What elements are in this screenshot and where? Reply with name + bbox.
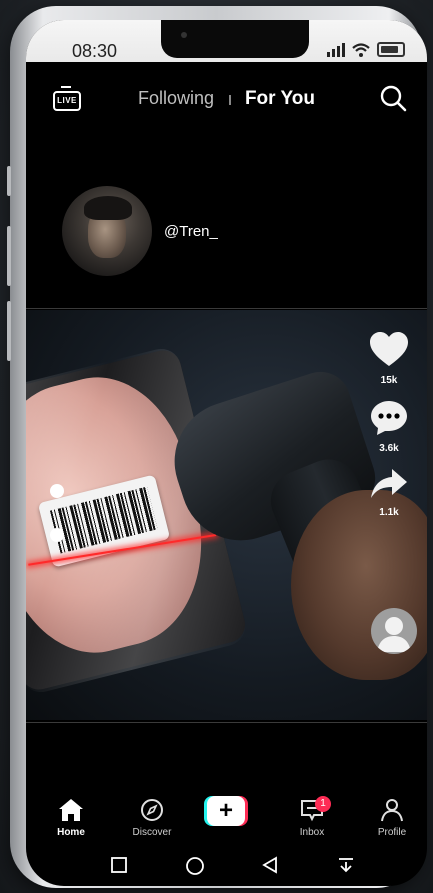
phone-volume-down-button (7, 301, 11, 361)
create-button[interactable]: + (204, 796, 248, 826)
phone-volume-up-button (7, 226, 11, 286)
share-count: 1.1k (379, 507, 399, 518)
battery-icon (377, 42, 405, 57)
recent-apps-icon[interactable] (110, 856, 128, 874)
nav-home[interactable]: Home (36, 798, 106, 838)
share-icon (371, 469, 407, 498)
divider-top (26, 308, 427, 309)
inbox-badge: 1 (315, 796, 331, 812)
nav-discover-label: Discover (132, 827, 172, 838)
like-button[interactable]: 15k (359, 332, 419, 386)
nav-profile-label: Profile (377, 827, 407, 838)
profile-icon (381, 799, 403, 822)
marker-dot-top (50, 484, 64, 498)
keyboard-down-icon[interactable] (337, 856, 355, 874)
bottom-nav: Home Discover + 1 Inbox Profile (26, 790, 427, 842)
home-icon (59, 799, 83, 821)
post-author[interactable]: @Tren_ (62, 186, 218, 276)
comment-icon (371, 401, 407, 435)
avatar[interactable] (62, 186, 152, 276)
nav-inbox[interactable]: 1 Inbox (277, 796, 347, 838)
action-rail: 15k 3.6k 1.1k (359, 332, 419, 532)
phone-action-button (7, 166, 11, 196)
compass-icon (141, 799, 163, 821)
tab-separator (228, 94, 231, 105)
share-button[interactable]: 1.1k (359, 468, 419, 518)
comment-count: 3.6k (379, 443, 399, 454)
phone-screen: 08:30 LIVE Following For You @Tren_ 15k … (26, 20, 427, 886)
home-circle-icon[interactable] (185, 856, 205, 876)
plus-icon: + (207, 796, 245, 826)
feed-tabs: Following For You (26, 88, 427, 110)
divider-bottom (26, 722, 427, 723)
tab-for-you[interactable]: For You (245, 88, 315, 109)
status-time: 08:30 (72, 41, 118, 61)
tab-following[interactable]: Following (138, 88, 214, 108)
front-camera (181, 32, 187, 38)
top-nav: LIVE Following For You (26, 82, 427, 116)
user-placeholder-icon (377, 617, 411, 652)
nav-inbox-label: Inbox (299, 827, 325, 838)
nav-home-label: Home (57, 827, 85, 838)
system-nav-bar (26, 850, 427, 886)
heart-icon (370, 332, 408, 366)
back-icon[interactable] (261, 856, 279, 874)
nav-discover[interactable]: Discover (117, 798, 187, 838)
like-count: 15k (380, 375, 398, 386)
username[interactable]: @Tren_ (164, 223, 218, 240)
nav-profile[interactable]: Profile (357, 798, 427, 838)
wifi-icon (352, 42, 370, 57)
creator-profile-button[interactable] (371, 608, 417, 654)
search-icon[interactable] (379, 84, 407, 112)
notch (161, 20, 309, 58)
status-bar: 08:30 (26, 20, 427, 62)
comment-button[interactable]: 3.6k (359, 400, 419, 454)
phone-frame: 08:30 LIVE Following For You @Tren_ 15k … (7, 6, 427, 888)
signal-icon (327, 42, 345, 57)
marker-dot-bottom (50, 528, 64, 542)
status-icons (327, 42, 405, 57)
